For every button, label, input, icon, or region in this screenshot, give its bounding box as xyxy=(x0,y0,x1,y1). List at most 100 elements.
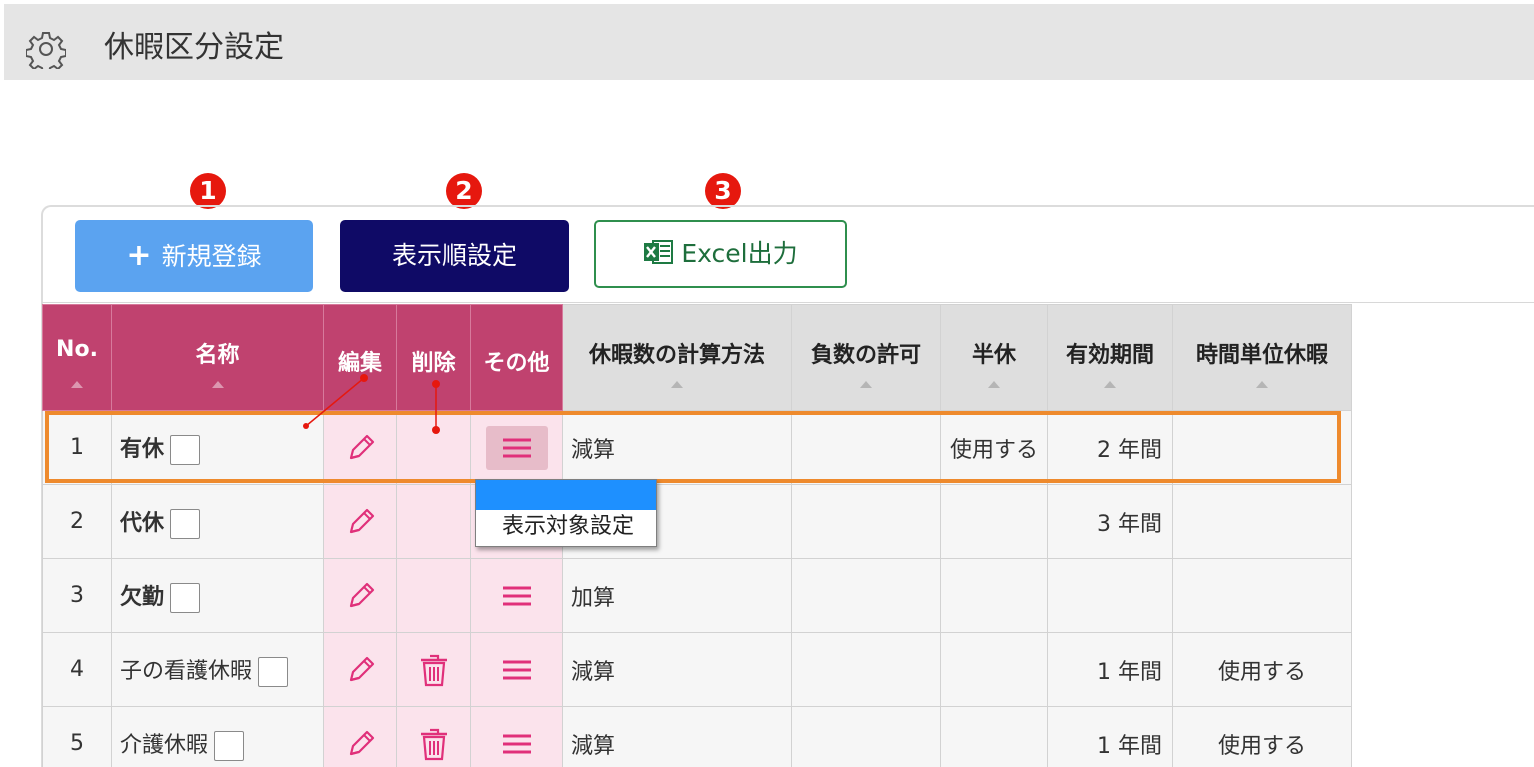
leave-name: 介護休暇 xyxy=(120,732,209,758)
half-day-cell: 使用する xyxy=(940,410,1048,485)
pencil-icon xyxy=(349,508,375,533)
column-header-label: No. xyxy=(56,337,98,362)
leave-name: 子の看護休暇 xyxy=(120,658,253,684)
page-header: 休暇区分設定 xyxy=(4,4,1534,80)
valid-period-cell: 3 年間 xyxy=(1047,484,1173,559)
row-number: 4 xyxy=(42,632,112,707)
sort-icon xyxy=(71,381,83,388)
calc-method-cell: 減算 xyxy=(562,410,792,485)
column-header-other: その他 xyxy=(470,304,563,411)
delete-cell xyxy=(396,558,471,633)
other-cell[interactable] xyxy=(470,558,563,633)
edit-cell[interactable] xyxy=(323,706,397,767)
half-day-cell xyxy=(940,558,1048,633)
table-row[interactable]: 2 代休 3 年間 xyxy=(42,484,1352,559)
edit-button[interactable] xyxy=(345,582,375,608)
valid-period-cell xyxy=(1047,558,1173,633)
column-header-delete: 削除 xyxy=(396,304,471,411)
negative-allowed-cell xyxy=(791,706,941,767)
new-register-button[interactable]: + 新規登録 xyxy=(75,220,313,292)
other-menu-button[interactable] xyxy=(485,425,548,470)
hourly-leave-cell xyxy=(1172,484,1352,559)
column-header-no[interactable]: No. xyxy=(42,304,112,411)
leave-name: 代休 xyxy=(120,510,165,536)
pencil-icon xyxy=(349,434,375,459)
row-number: 2 xyxy=(42,484,112,559)
trash-icon xyxy=(420,654,447,686)
other-cell[interactable] xyxy=(470,706,563,767)
row-checkbox[interactable] xyxy=(258,656,289,687)
edit-cell[interactable] xyxy=(323,632,397,707)
column-header-calc-method[interactable]: 休暇数の計算方法 xyxy=(562,304,792,411)
toolbar-divider xyxy=(42,302,1534,303)
table-row[interactable]: 4 子の看護休暇 減算 1 年間 使用する xyxy=(42,632,1352,707)
table-body: 1 有休 減算 使用する 2 年間 2 代休 3 年間 3 欠勤 加算 4 子の看護休暇 減算 1 年間 使用… xyxy=(42,410,1352,767)
table-row[interactable]: 1 有休 減算 使用する 2 年間 xyxy=(42,410,1352,485)
table-row[interactable]: 5 介護休暇 減算 1 年間 使用する xyxy=(42,706,1352,767)
other-menu-button[interactable] xyxy=(501,731,533,756)
calc-method-cell: 減算 xyxy=(562,632,792,707)
delete-button[interactable] xyxy=(417,728,451,760)
other-menu-button[interactable] xyxy=(501,657,533,682)
callout-2: 2 xyxy=(446,173,482,209)
other-cell[interactable] xyxy=(470,410,563,485)
leave-name-cell: 有休 xyxy=(111,410,324,485)
pencil-icon xyxy=(349,582,375,607)
page-title: 休暇区分設定 xyxy=(104,30,284,65)
column-header-label: その他 xyxy=(483,351,550,376)
edit-button[interactable] xyxy=(345,434,375,460)
delete-button[interactable] xyxy=(417,654,451,686)
valid-period-cell: 1 年間 xyxy=(1047,706,1173,767)
leave-type-table: No. 名称 編集 削除 その他 休暇数の計算方法 負数の許可 半休 有効期間 … xyxy=(42,304,1352,767)
column-header-half-day[interactable]: 半休 xyxy=(940,304,1048,411)
plus-icon: + xyxy=(126,238,152,273)
delete-cell[interactable] xyxy=(396,706,471,767)
sort-icon xyxy=(1104,381,1116,388)
pencil-icon xyxy=(349,730,375,755)
valid-period-cell: 1 年間 xyxy=(1047,632,1173,707)
gear-icon[interactable] xyxy=(26,29,66,69)
edit-button[interactable] xyxy=(345,730,375,756)
other-cell[interactable] xyxy=(470,632,563,707)
excel-export-button[interactable]: Excel出力 xyxy=(594,220,847,288)
row-checkbox[interactable] xyxy=(170,582,201,613)
row-checkbox[interactable] xyxy=(170,434,201,465)
sort-icon xyxy=(860,381,872,388)
column-header-name[interactable]: 名称 xyxy=(111,304,324,411)
edit-cell[interactable] xyxy=(323,484,397,559)
edit-cell[interactable] xyxy=(323,558,397,633)
menu-icon xyxy=(502,660,531,680)
leave-name: 欠勤 xyxy=(120,584,165,610)
column-header-label: 名称 xyxy=(195,343,240,368)
sort-icon xyxy=(988,381,1000,388)
valid-period-cell: 2 年間 xyxy=(1047,410,1173,485)
table-row[interactable]: 3 欠勤 加算 xyxy=(42,558,1352,633)
edit-button[interactable] xyxy=(345,656,375,682)
column-header-label: 編集 xyxy=(337,351,382,376)
row-checkbox[interactable] xyxy=(170,508,201,539)
row-checkbox[interactable] xyxy=(214,730,245,761)
column-header-negative[interactable]: 負数の許可 xyxy=(791,304,941,411)
column-header-hourly-leave[interactable]: 時間単位休暇 xyxy=(1172,304,1352,411)
column-header-label: 削除 xyxy=(411,351,456,376)
display-order-button[interactable]: 表示順設定 xyxy=(340,220,569,292)
leave-name-cell: 欠勤 xyxy=(111,558,324,633)
negative-allowed-cell xyxy=(791,632,941,707)
display-target-setting-item[interactable]: 表示対象設定 xyxy=(476,510,656,544)
column-header-label: 時間単位休暇 xyxy=(1195,343,1328,368)
hourly-leave-cell xyxy=(1172,558,1352,633)
row-number: 1 xyxy=(42,410,112,485)
callout-3: 3 xyxy=(705,173,741,209)
edit-cell[interactable] xyxy=(323,410,397,485)
hourly-leave-cell xyxy=(1172,410,1352,485)
calc-method-cell: 減算 xyxy=(562,706,792,767)
column-header-valid-period[interactable]: 有効期間 xyxy=(1047,304,1173,411)
popup-selected-item[interactable] xyxy=(476,480,656,510)
other-menu-button[interactable] xyxy=(501,583,533,608)
edit-button[interactable] xyxy=(345,508,375,534)
negative-allowed-cell xyxy=(791,484,941,559)
column-header-label: 休暇数の計算方法 xyxy=(588,343,765,368)
column-header-edit: 編集 xyxy=(323,304,397,411)
delete-cell[interactable] xyxy=(396,632,471,707)
page: 休暇区分設定 1 2 3 4 5 6 +新規登録 表示順設定 Excel出力 xyxy=(0,0,1534,767)
